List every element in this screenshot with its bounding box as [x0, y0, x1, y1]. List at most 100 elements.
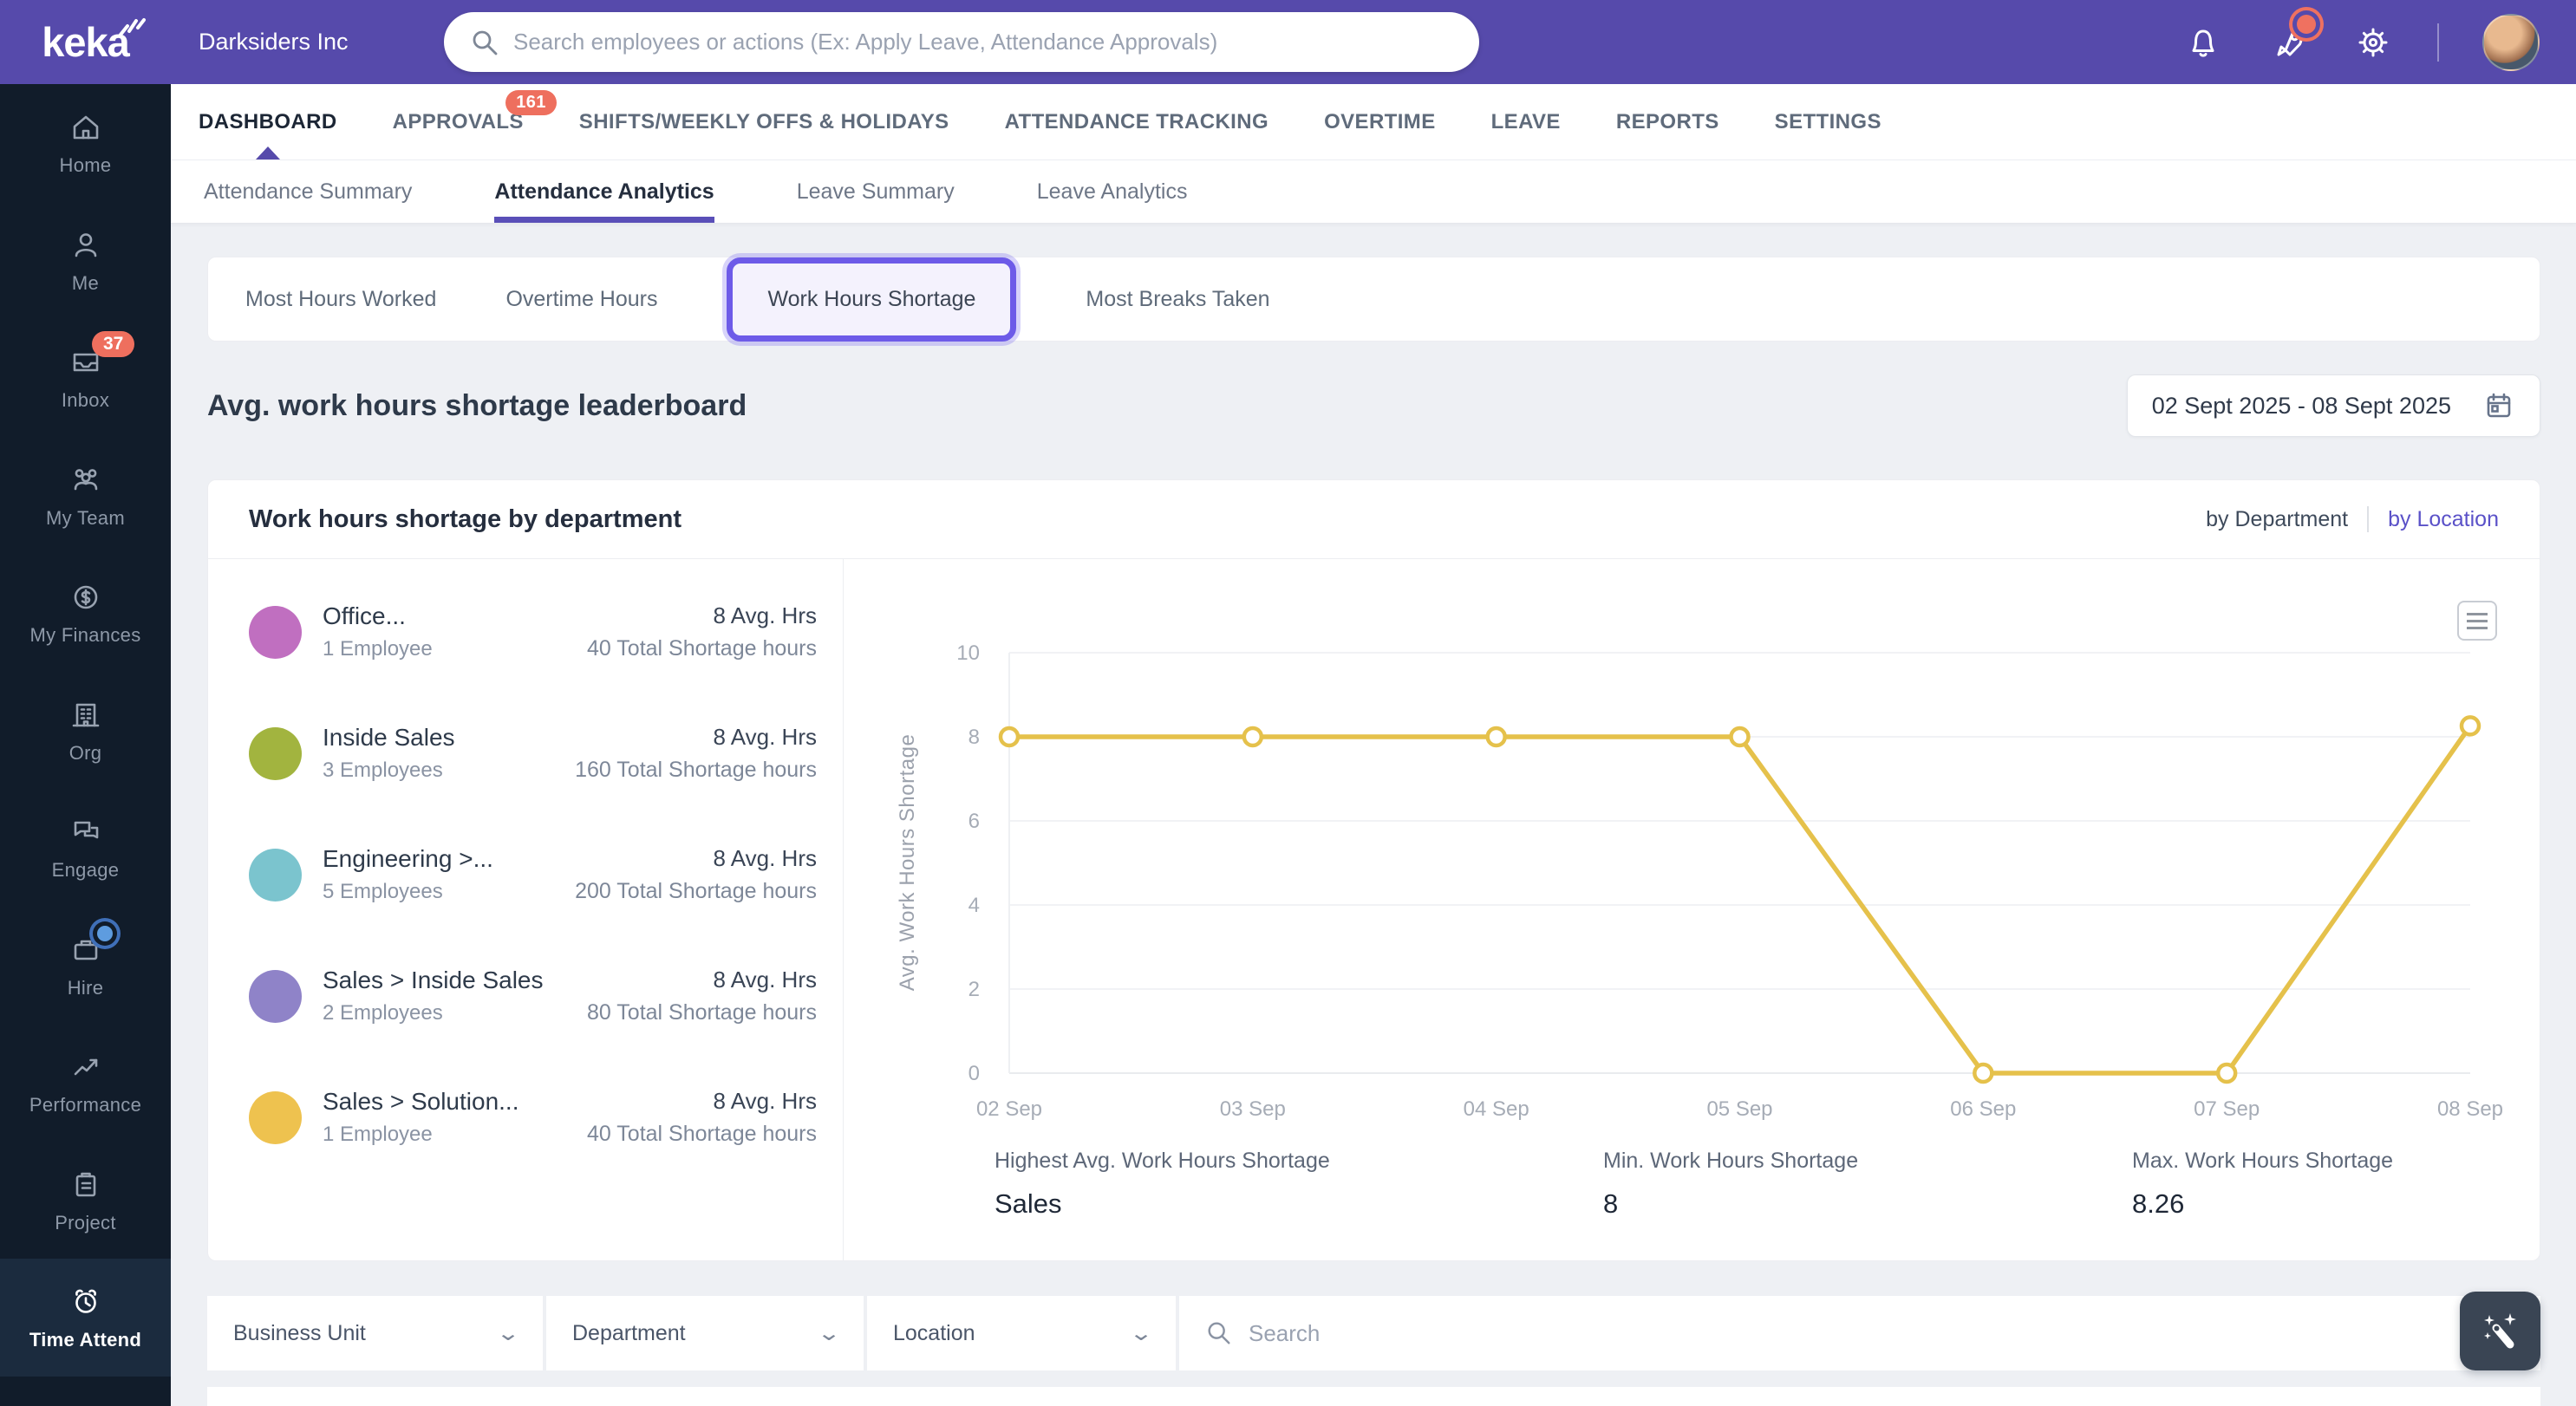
date-range-picker[interactable]: 02 Sept 2025 - 08 Sept 2025 — [2126, 374, 2540, 437]
tab-approvals[interactable]: APPROVALS 161 — [393, 84, 557, 159]
subtab-attendance-analytics[interactable]: Attendance Analytics — [494, 160, 715, 223]
tab-label: SETTINGS — [1774, 109, 1881, 133]
sidebar-item-my-team[interactable]: My Team — [0, 437, 171, 555]
avatar[interactable] — [2482, 13, 2540, 71]
sidebar-item-project[interactable]: Project — [0, 1142, 171, 1260]
sidebar: Home Me 37 Inbox My Team My Finances Org… — [0, 84, 171, 1406]
stat-highest-avg: Highest Avg. Work Hours Shortage Sales — [995, 1149, 1330, 1220]
search-icon — [1208, 1322, 1230, 1344]
tab-reports[interactable]: REPORTS — [1616, 84, 1719, 159]
top-bar: keka Darksiders Inc — [0, 0, 2576, 84]
stat-value: 8 — [1603, 1188, 1619, 1219]
location-dropdown[interactable]: Location ⌄ — [867, 1296, 1176, 1370]
tab-most-hours-worked[interactable]: Most Hours Worked — [245, 287, 436, 312]
sidebar-item-label: Time Attend — [29, 1329, 142, 1351]
tab-label: OVERTIME — [1324, 109, 1436, 133]
sidebar-item-my-finances[interactable]: My Finances — [0, 554, 171, 672]
tab-dashboard[interactable]: DASHBOARD — [199, 84, 337, 159]
stat-value: Sales — [995, 1188, 1062, 1219]
subtab-leave-analytics[interactable]: Leave Analytics — [1037, 160, 1188, 223]
department-color-dot — [249, 848, 302, 902]
chevron-down-icon: ⌄ — [1128, 1321, 1154, 1345]
tab-overtime-hours[interactable]: Overtime Hours — [505, 287, 657, 312]
svg-text:4: 4 — [968, 894, 980, 917]
table-search[interactable] — [1179, 1296, 2540, 1370]
work-hours-shortage-highlight: Work Hours Shortage — [727, 257, 1017, 342]
table-search-input[interactable] — [1249, 1319, 2514, 1347]
notifications-button[interactable] — [2182, 22, 2224, 63]
department-name: Sales > Solution... — [323, 1088, 519, 1115]
stat-label: Min. Work Hours Shortage — [1603, 1149, 1859, 1173]
svg-text:06 Sep: 06 Sep — [1950, 1097, 2016, 1121]
department-dropdown[interactable]: Department ⌄ — [546, 1296, 864, 1370]
tab-work-hours-shortage[interactable]: Work Hours Shortage — [767, 287, 975, 312]
total-shortage-hours: 160 Total Shortage hours — [575, 758, 817, 782]
toggle-by-department[interactable]: by Department — [2206, 507, 2348, 532]
page-heading-row: Avg. work hours shortage leaderboard 02 … — [207, 374, 2540, 437]
subtab-leave-summary[interactable]: Leave Summary — [797, 160, 955, 223]
list-item[interactable]: Engineering >... 5 Employees 8 Avg. Hrs 20… — [249, 814, 817, 935]
total-shortage-hours: 80 Total Shortage hours — [586, 1000, 817, 1025]
toggle-by-location[interactable]: by Location — [2388, 507, 2499, 532]
table-placeholder-row — [207, 1387, 2540, 1406]
department-name: Sales > Inside Sales — [323, 967, 544, 993]
sidebar-item-performance[interactable]: Performance — [0, 1024, 171, 1142]
whats-new-button[interactable] — [2267, 14, 2316, 63]
dropdown-label: Department — [572, 1320, 686, 1345]
topbar-divider — [2437, 23, 2439, 62]
sidebar-item-inbox[interactable]: 37 Inbox — [0, 319, 171, 437]
tab-label: LEAVE — [1490, 109, 1561, 133]
home-icon — [73, 115, 98, 140]
tab-attendance-tracking[interactable]: ATTENDANCE TRACKING — [1005, 84, 1268, 159]
avg-hours: 8 Avg. Hrs — [713, 845, 817, 871]
tab-settings[interactable]: SETTINGS — [1775, 84, 1881, 159]
bell-icon — [2192, 29, 2214, 57]
subtab-attendance-summary[interactable]: Attendance Summary — [204, 160, 412, 223]
avg-hours: 8 Avg. Hrs — [713, 967, 817, 993]
shortage-by-department-card: Work hours shortage by department by Dep… — [207, 479, 2540, 1261]
svg-text:2: 2 — [968, 978, 980, 1001]
sidebar-item-hire[interactable]: Hire — [0, 907, 171, 1025]
filter-bar: Business Unit ⌄ Department ⌄ Location ⌄ — [207, 1296, 2540, 1370]
total-shortage-hours: 40 Total Shortage hours — [586, 636, 817, 661]
sidebar-item-engage[interactable]: Engage — [0, 789, 171, 907]
list-item[interactable]: Inside Sales 3 Employees 8 Avg. Hrs 160 To… — [249, 693, 817, 814]
svg-text:03 Sep: 03 Sep — [1220, 1097, 1286, 1121]
card-header: Work hours shortage by department by Dep… — [208, 480, 2540, 559]
logo-spark-icon — [119, 18, 146, 36]
department-name: Office... — [323, 602, 406, 629]
list-item[interactable]: Sales > Solution... 1 Employee 8 Avg. Hrs… — [249, 1057, 817, 1178]
sidebar-item-org[interactable]: Org — [0, 672, 171, 790]
global-search-input[interactable] — [513, 29, 1453, 55]
department-name: Inside Sales — [323, 724, 455, 751]
sidebar-item-label: My Finances — [29, 624, 141, 646]
calendar-icon — [2487, 393, 2511, 418]
chat-bubbles-icon — [74, 821, 98, 839]
settings-button[interactable] — [2352, 22, 2394, 63]
magic-wand-icon — [2483, 1312, 2516, 1348]
tab-most-breaks-taken[interactable]: Most Breaks Taken — [1086, 287, 1269, 312]
tab-overtime[interactable]: OVERTIME — [1324, 84, 1436, 159]
hire-status-dot — [97, 925, 113, 941]
department-color-dot — [249, 969, 302, 1023]
trend-icon — [74, 1058, 97, 1076]
list-item[interactable]: Office... 1 Employee 8 Avg. Hrs 40 Total S… — [249, 571, 817, 693]
ai-assist-button[interactable] — [2460, 1292, 2540, 1370]
global-search[interactable] — [444, 12, 1479, 72]
keka-logo[interactable]: keka — [0, 0, 171, 84]
sidebar-item-time-attend[interactable]: Time Attend — [0, 1259, 171, 1377]
tab-shifts-weekly-offs-holidays[interactable]: SHIFTS/WEEKLY OFFS & HOLIDAYS — [579, 84, 949, 159]
tab-leave[interactable]: LEAVE — [1491, 84, 1561, 159]
svg-text:04 Sep: 04 Sep — [1464, 1097, 1529, 1121]
dropdown-label: Location — [893, 1320, 975, 1345]
sidebar-item-label: Inbox — [61, 389, 110, 411]
list-item[interactable]: Sales > Inside Sales 2 Employees 8 Avg. H… — [249, 935, 817, 1057]
analytics-tab-bar: Most Hours Worked Overtime Hours Work Ho… — [207, 257, 2540, 342]
business-unit-dropdown[interactable]: Business Unit ⌄ — [207, 1296, 543, 1370]
clipboard-icon — [75, 1172, 95, 1196]
svg-text:05 Sep: 05 Sep — [1706, 1097, 1772, 1121]
sidebar-item-home[interactable]: Home — [0, 84, 171, 202]
total-shortage-hours: 200 Total Shortage hours — [575, 879, 817, 903]
sidebar-item-me[interactable]: Me — [0, 202, 171, 320]
department-color-dot — [249, 1090, 302, 1144]
